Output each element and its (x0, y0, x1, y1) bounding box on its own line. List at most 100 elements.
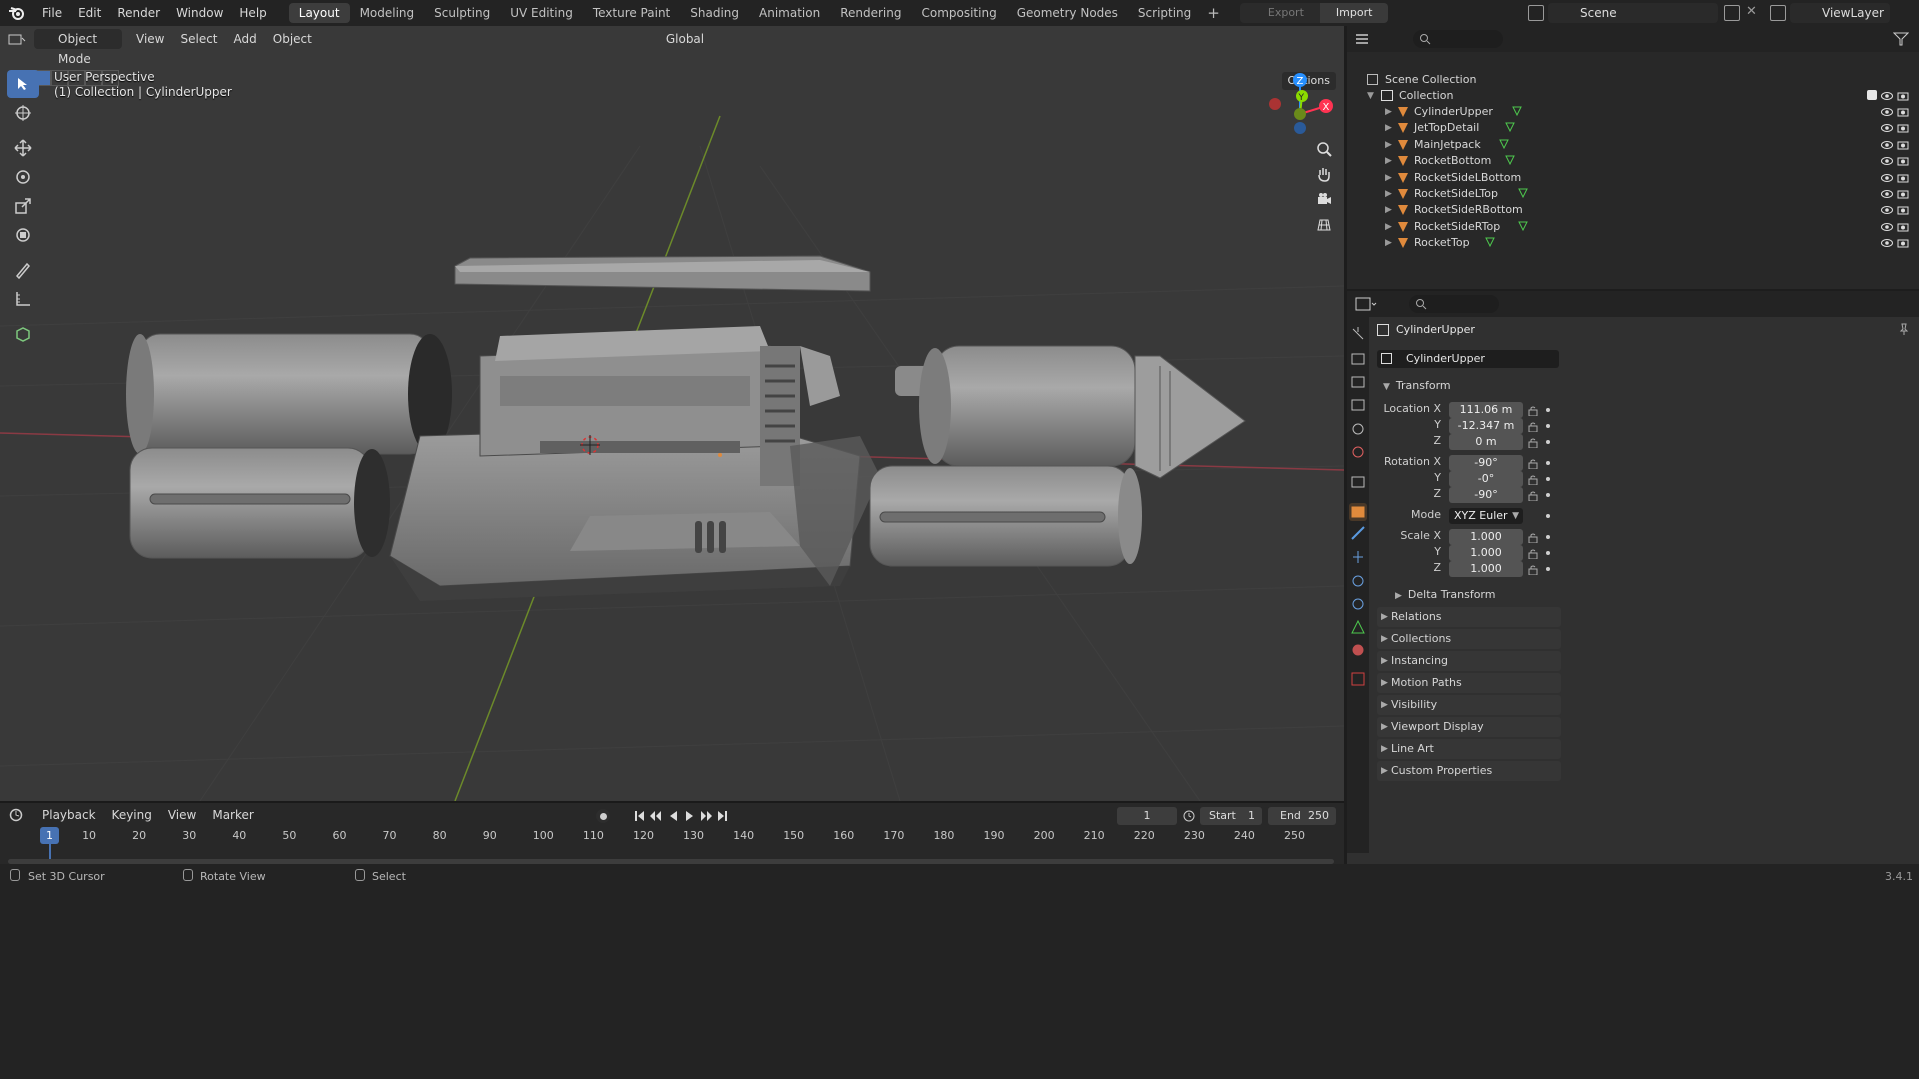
editor-type-icon[interactable] (0, 32, 34, 46)
export-button[interactable]: Export (1239, 3, 1320, 23)
auto-keying-icon[interactable] (596, 809, 610, 823)
start-frame-field[interactable]: Start 1 (1200, 807, 1262, 825)
rotation-y-field[interactable]: -0° (1449, 471, 1523, 487)
view-layer-icon[interactable] (1770, 5, 1786, 21)
outliner-collection[interactable]: ▼ Collection (1347, 88, 1919, 104)
outliner-object-row[interactable]: ▶ RocketTop (1347, 235, 1919, 251)
camera-icon[interactable] (1897, 188, 1909, 200)
eye-icon[interactable] (1881, 122, 1893, 134)
menu-select[interactable]: Select (172, 29, 225, 49)
expand-arrow-icon[interactable]: ▶ (1385, 219, 1392, 235)
properties-panel-header[interactable]: ▶ Viewport Display (1377, 717, 1561, 737)
menu-add[interactable]: Add (226, 29, 265, 49)
lock-icon[interactable] (1528, 490, 1538, 502)
lock-icon[interactable] (1528, 458, 1538, 470)
rotate-tool-icon[interactable] (7, 163, 39, 191)
lock-icon[interactable] (1528, 405, 1538, 417)
move-tool-icon[interactable] (7, 134, 39, 162)
eye-icon[interactable] (1881, 155, 1893, 167)
playhead[interactable]: 1 (40, 827, 59, 844)
expand-arrow-icon[interactable]: ▶ (1385, 153, 1392, 169)
scale-x-field[interactable]: 1.000 (1449, 529, 1523, 545)
tab-texture-paint[interactable]: Texture Paint (583, 3, 680, 23)
use-preview-range-icon[interactable] (1183, 810, 1195, 822)
pivot-point-icon[interactable] (712, 29, 732, 49)
tab-modeling[interactable]: Modeling (350, 3, 425, 23)
lock-icon[interactable] (1528, 532, 1538, 544)
cursor-tool-icon[interactable] (7, 99, 39, 127)
outliner-object-row[interactable]: ▶ RocketBottom (1347, 153, 1919, 169)
outliner-scene-collection[interactable]: Scene Collection (1347, 72, 1919, 88)
properties-panel-header[interactable]: ▶ Visibility (1377, 695, 1561, 715)
location-y-field[interactable]: -12.347 m (1449, 418, 1523, 434)
tab-layout[interactable]: Layout (288, 3, 350, 23)
transform-orientation-select[interactable]: Global (642, 29, 712, 49)
camera-icon[interactable] (1897, 106, 1909, 118)
lock-icon[interactable] (1528, 564, 1538, 576)
outliner-object-row[interactable]: ▶ RocketSideLBottom (1347, 170, 1919, 186)
location-x-field[interactable]: 111.06 m (1449, 402, 1523, 418)
snap-icon[interactable] (732, 29, 752, 49)
camera-icon[interactable] (1897, 155, 1909, 167)
frame-ruler[interactable]: 10 20 30 40 50 60 70 80 90 100 110 120 130 140 150 160 1… (0, 827, 1344, 845)
properties-editor-type-icon[interactable] (1355, 296, 1379, 312)
menu-render[interactable]: Render (109, 0, 168, 26)
eye-icon[interactable] (1881, 139, 1893, 151)
new-scene-icon[interactable] (1724, 5, 1740, 21)
camera-icon[interactable] (1897, 139, 1909, 151)
camera-icon[interactable] (1897, 172, 1909, 184)
scale-y-field[interactable]: 1.000 (1449, 545, 1523, 561)
lock-icon[interactable] (1528, 474, 1538, 486)
filter-icon[interactable] (1892, 32, 1910, 46)
scale-tool-icon[interactable] (7, 192, 39, 220)
outliner-object-row[interactable]: ▶ RocketSideRTop (1347, 219, 1919, 235)
keyframe-dot[interactable] (1546, 477, 1550, 481)
menu-keying[interactable]: Keying (104, 805, 160, 825)
properties-panel-header[interactable]: ▶ Line Art (1377, 739, 1561, 759)
rotation-x-field[interactable]: -90° (1449, 455, 1523, 471)
menu-help[interactable]: Help (231, 0, 274, 26)
tab-scripting[interactable]: Scripting (1128, 3, 1201, 23)
object-name-field[interactable]: CylinderUpper (1377, 350, 1559, 368)
menu-window[interactable]: Window (168, 0, 231, 26)
menu-playback[interactable]: Playback (34, 805, 104, 825)
annotate-tool-icon[interactable] (7, 256, 39, 284)
outliner-editor-type-icon[interactable] (1347, 33, 1377, 45)
outliner-object-row[interactable]: ▶ CylinderUpper (1347, 104, 1919, 120)
expand-arrow-icon[interactable]: ▶ (1385, 120, 1392, 136)
expand-arrow-icon[interactable]: ▶ (1385, 186, 1392, 202)
properties-panel-header[interactable]: ▶ Custom Properties (1377, 761, 1561, 781)
add-workspace-button[interactable]: + (1201, 4, 1226, 22)
blender-logo-icon[interactable] (0, 0, 34, 26)
pan-hand-icon[interactable] (1311, 161, 1337, 187)
location-z-field[interactable]: 0 m (1449, 434, 1523, 450)
eye-icon[interactable] (1881, 221, 1893, 233)
tab-compositing[interactable]: Compositing (911, 3, 1006, 23)
properties-panel-header[interactable]: ▶ Motion Paths (1377, 673, 1561, 693)
expand-arrow-icon[interactable]: ▶ (1385, 235, 1392, 251)
perspective-toggle-icon[interactable] (1311, 211, 1337, 237)
keyframe-dot[interactable] (1546, 440, 1550, 444)
transform-tool-icon[interactable] (7, 221, 39, 249)
properties-panel-header[interactable]: ▶ Relations (1377, 607, 1561, 627)
tab-shading[interactable]: Shading (680, 3, 749, 23)
expand-arrow-icon[interactable]: ▶ (1385, 104, 1392, 120)
timeline-editor-type-icon[interactable] (0, 808, 34, 822)
outliner-object-row[interactable]: ▶ JetTopDetail (1347, 120, 1919, 136)
properties-panel-header[interactable]: ▶ Collections (1377, 629, 1561, 649)
collapse-arrow-icon[interactable]: ▼ (1367, 88, 1374, 104)
measure-tool-icon[interactable] (7, 285, 39, 313)
delete-scene-icon[interactable]: ✕ (1746, 4, 1762, 20)
camera-icon[interactable] (1897, 204, 1909, 216)
menu-timeline-view[interactable]: View (160, 805, 204, 825)
rotation-mode-select[interactable]: XYZ Euler ▼ (1449, 508, 1523, 524)
navigation-gizmo[interactable]: Z X Y (1262, 70, 1342, 140)
menu-file[interactable]: File (34, 0, 70, 26)
import-button[interactable]: Import (1319, 3, 1389, 23)
transform-panel-header[interactable]: ▼ Transform (1383, 378, 1451, 394)
keyframe-dot[interactable] (1546, 408, 1550, 412)
expand-arrow-icon[interactable]: ▶ (1385, 202, 1392, 218)
expand-arrow-icon[interactable]: ▶ (1385, 170, 1392, 186)
menu-edit[interactable]: Edit (70, 0, 109, 26)
properties-panel-header[interactable]: ▶ Instancing (1377, 651, 1561, 671)
